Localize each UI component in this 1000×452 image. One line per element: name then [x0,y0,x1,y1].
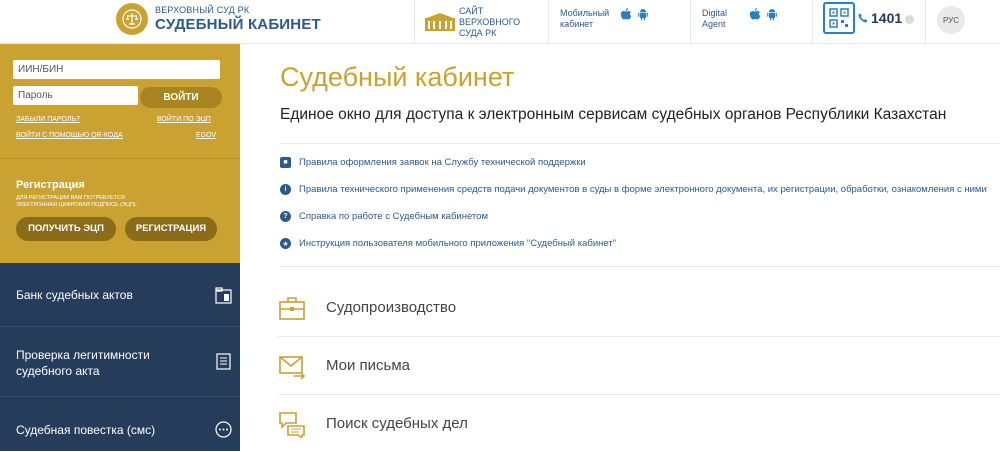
service-label: Мои письма [326,357,411,374]
sidebar-item-court-acts-bank[interactable]: Банк судебных актов [0,263,240,327]
info-link[interactable]: i Правила технического применения средст… [280,184,987,195]
sidebar-item-court-summons[interactable]: Судебная повестка (смс) [0,397,240,451]
info-icon: i [280,184,291,195]
divider [280,266,1000,267]
page-title: Судебный кабинет [280,62,515,92]
android-icon[interactable] [637,8,649,21]
info-link-label: Инструкция пользователя мобильного прило… [299,238,617,249]
briefcase-icon [279,297,305,320]
password-input[interactable] [13,86,138,105]
header-divider [690,0,691,44]
language-switch[interactable]: РУС [937,6,965,34]
square-icon: ■ [280,157,291,168]
info-link-label: Правила технического применения средств … [299,184,987,195]
sidebar-item-act-legitimacy[interactable]: Проверка легитимности судебного акта [0,327,240,397]
site-logo[interactable]: ВЕРХОВНЫЙ СУД РК СУДЕБНЫЙ КАБИНЕТ [116,3,321,35]
star-icon: ★ [280,238,291,249]
phone-icon [858,13,868,23]
mobile-cabinet-label: Мобильный кабинет [560,8,610,29]
digital-agent-label: Digital Agent [702,8,728,29]
service-label: Поиск судебных дел [326,415,468,432]
login-button[interactable]: ВОЙТИ [140,87,222,108]
registration-note: ДЛЯ РЕГИСТРАЦИИ ВАМ ПОТРЕБУЕТСЯ ЭЛЕКТРОН… [16,195,138,208]
apple-icon[interactable] [749,8,761,21]
forgot-password-link[interactable]: ЗАБЫЛИ ПАРОЛЬ? [16,116,80,123]
site-link-label: САЙТ ВЕРХОВНОГО СУДА РК [459,6,521,38]
login-eds-link[interactable]: ВОЙТИ ПО ЭЦП [157,116,211,123]
agent-app-links [749,8,778,21]
envelope-icon [279,356,306,380]
archive-icon [215,287,232,304]
question-icon: ? [280,211,291,222]
service-legal-proceedings[interactable]: Судопроизводство [278,280,1000,336]
info-link[interactable]: ■ Правила оформления заявок на Службу те… [280,157,586,168]
apple-icon[interactable] [620,8,632,21]
header-divider [548,0,549,44]
logo-subtitle: ВЕРХОВНЫЙ СУД РК [155,5,250,15]
divider [278,336,1000,337]
registration-panel: Регистрация ДЛЯ РЕГИСТРАЦИИ ВАМ ПОТРЕБУЕ… [0,158,240,263]
egov-link[interactable]: EGOV [196,132,216,139]
android-icon[interactable] [766,8,778,21]
service-case-search[interactable]: Поиск судебных дел [278,396,1000,452]
top-header: ВЕРХОВНЫЙ СУД РК СУДЕБНЫЙ КАБИНЕТ САЙТ В… [0,0,1000,44]
chat-icon [279,412,305,438]
registration-title: Регистрация [16,179,85,191]
divider [278,394,1000,395]
logo-title: СУДЕБНЫЙ КАБИНЕТ [155,16,321,33]
hotline-number: 1401 [871,10,903,26]
page-subtitle: Единое окно для доступа к электронным се… [280,106,947,123]
header-divider [414,0,415,44]
header-divider [925,0,926,44]
building-icon [424,12,456,31]
document-icon [216,353,231,370]
service-label: Судопроизводство [326,299,457,316]
emblem-icon [116,3,148,35]
register-button[interactable]: РЕГИСТРАЦИЯ [125,217,217,241]
sidebar-item-label: Судебная повестка (смс) [16,423,156,437]
divider [280,143,1000,144]
mobile-app-links [620,8,649,21]
info-link[interactable]: ? Справка по работе с Судебным кабинетом [280,211,488,222]
iin-input[interactable] [13,60,220,79]
info-link-label: Справка по работе с Судебным кабинетом [299,211,488,222]
header-divider [812,0,813,44]
info-link[interactable]: ★ Инструкция пользователя мобильного при… [280,238,616,249]
sidebar-item-label: Проверка легитимности судебного акта [16,348,150,378]
login-panel: ВОЙТИ ЗАБЫЛИ ПАРОЛЬ? ВОЙТИ ПО ЭЦП ВОЙТИ … [0,44,240,158]
status-dot [905,14,915,24]
service-my-letters[interactable]: Мои письма [278,338,1000,394]
sms-icon [215,421,232,438]
supreme-court-site-link[interactable]: САЙТ ВЕРХОВНОГО СУДА РК [424,6,539,39]
hotline[interactable]: 1401 [858,10,915,26]
sidebar-item-label: Банк судебных актов [16,288,133,302]
info-link-label: Правила оформления заявок на Службу техн… [299,157,586,168]
login-qr-link[interactable]: ВОЙТИ С ПОМОЩЬЮ QR-КОДА [16,132,123,139]
get-eds-button[interactable]: ПОЛУЧИТЬ ЭЦП [16,217,116,241]
qr-button[interactable] [823,2,855,34]
qr-icon [829,8,849,28]
sidebar-nav: Банк судебных актов Проверка легитимност… [0,263,240,451]
